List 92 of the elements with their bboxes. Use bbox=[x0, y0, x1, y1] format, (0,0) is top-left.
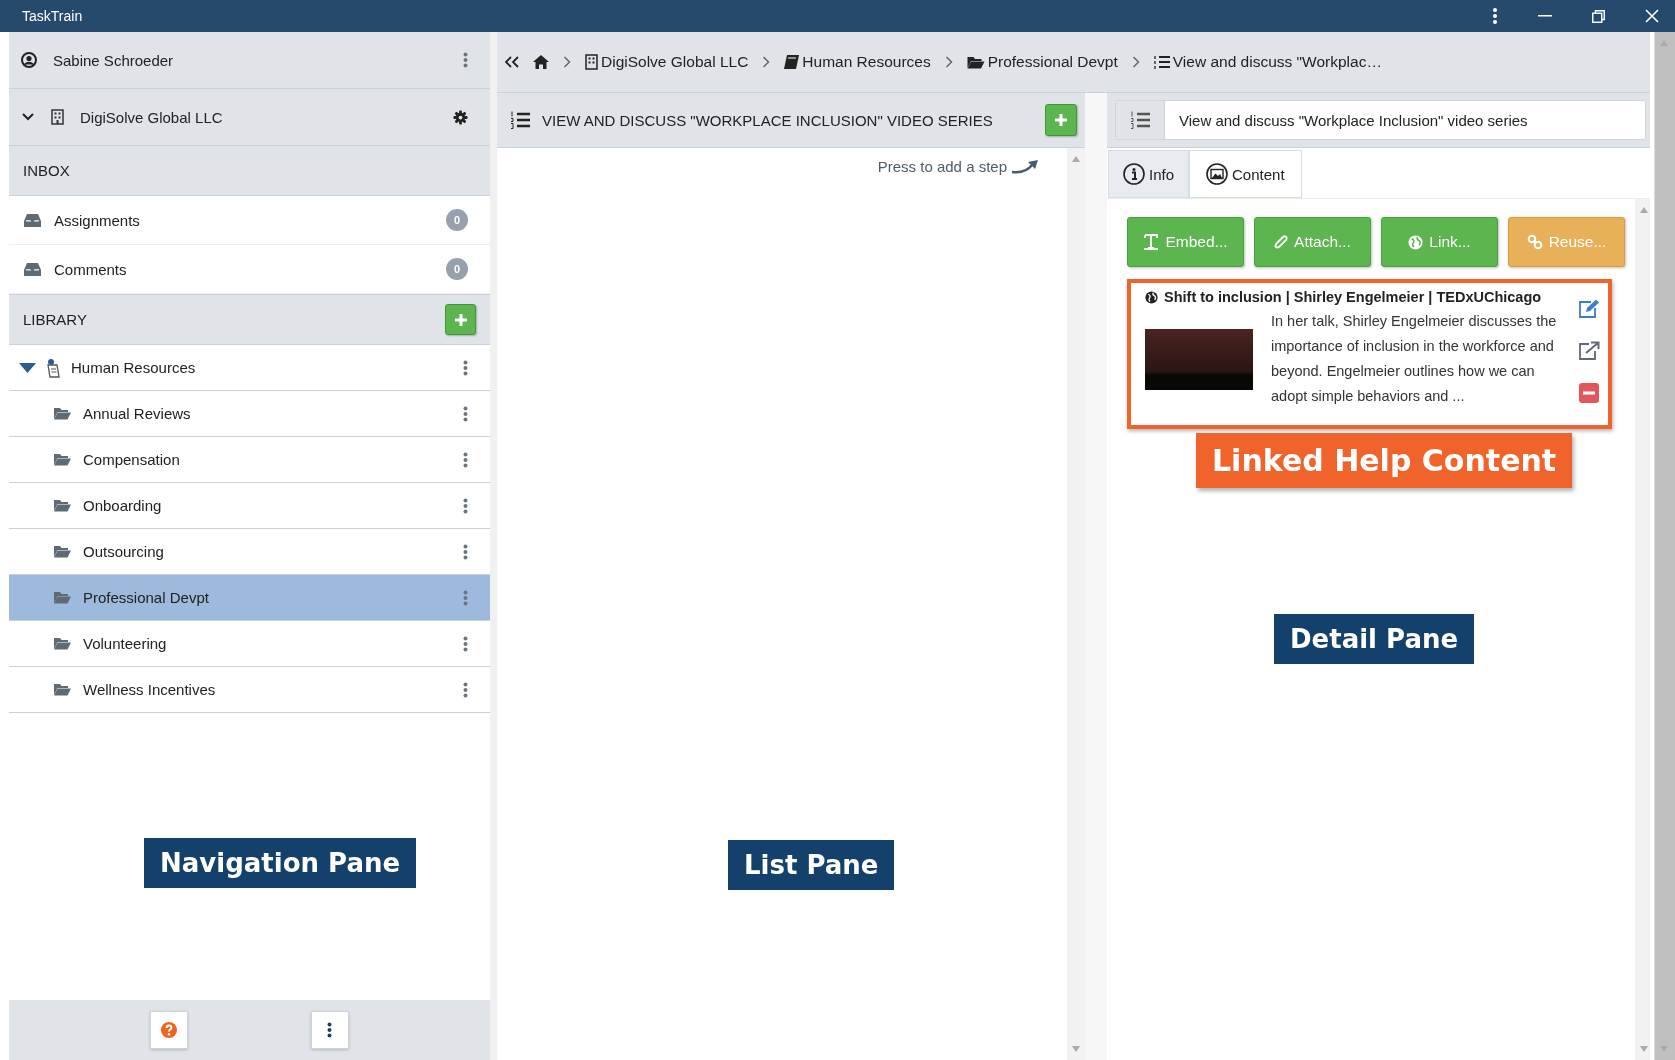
section-heading: INBOX bbox=[23, 162, 70, 179]
title-field[interactable]: View and discuss "Workplace Inclusion" video series bbox=[1115, 100, 1646, 140]
kebab-icon[interactable] bbox=[463, 497, 468, 514]
home-icon[interactable] bbox=[533, 55, 549, 69]
callout-label: Linked Help Content bbox=[1196, 433, 1573, 488]
section-heading: LIBRARY bbox=[23, 311, 87, 328]
folder-icon bbox=[54, 499, 71, 512]
chevron-right-icon bbox=[1131, 56, 1140, 68]
settings-icon[interactable] bbox=[453, 109, 468, 125]
close-icon[interactable] bbox=[1645, 9, 1659, 23]
building-icon bbox=[585, 54, 598, 70]
kebab-icon[interactable] bbox=[463, 589, 468, 606]
count-badge: 0 bbox=[446, 209, 468, 231]
help-button[interactable] bbox=[150, 1011, 189, 1049]
chevron-right-icon bbox=[944, 56, 953, 68]
plus-icon bbox=[453, 312, 468, 327]
callout-label: Detail Pane bbox=[1274, 614, 1475, 664]
folder-icon bbox=[54, 407, 71, 420]
scrollbar[interactable] bbox=[1654, 32, 1675, 1060]
list-icon bbox=[1153, 55, 1170, 69]
numbered-list-icon bbox=[510, 111, 530, 129]
globe-icon bbox=[1145, 290, 1158, 304]
chain-link-icon bbox=[1526, 234, 1543, 250]
image-icon bbox=[1206, 163, 1229, 185]
paperclip-icon bbox=[1274, 234, 1289, 250]
book-icon bbox=[46, 357, 61, 378]
remove-icon[interactable] bbox=[1579, 383, 1599, 403]
chevron-icon[interactable] bbox=[21, 112, 35, 122]
external-link-icon[interactable] bbox=[1578, 341, 1600, 361]
info-icon bbox=[1123, 163, 1145, 185]
inbox-tray-icon bbox=[23, 212, 42, 228]
user-name: Sabine Schroeder bbox=[53, 51, 175, 69]
scrollbar[interactable] bbox=[1635, 199, 1650, 1060]
breadcrumb-link[interactable]: Human Resources bbox=[784, 53, 931, 71]
video-thumbnail-placeholder[interactable] bbox=[1145, 328, 1253, 390]
hint-text: Press to add a step bbox=[877, 158, 1007, 175]
plus-icon bbox=[1054, 113, 1068, 127]
tree-item[interactable]: Wellness Incentives bbox=[9, 667, 490, 713]
add-step-button[interactable] bbox=[1045, 104, 1077, 136]
more-icon[interactable] bbox=[1492, 7, 1498, 25]
count-badge: 0 bbox=[446, 258, 468, 280]
inbox-item[interactable]: Assignments 0 bbox=[9, 196, 490, 245]
kebab-icon[interactable] bbox=[463, 681, 468, 698]
restore-icon[interactable] bbox=[1592, 9, 1605, 23]
text-cursor-icon bbox=[1143, 234, 1160, 250]
kebab-icon bbox=[327, 1022, 333, 1038]
kebab-icon[interactable] bbox=[463, 359, 468, 376]
tree-item[interactable]: Compensation bbox=[9, 437, 490, 483]
folder-icon bbox=[54, 683, 71, 696]
scrollbar[interactable] bbox=[1067, 148, 1085, 1060]
user-icon bbox=[21, 52, 37, 68]
folder-icon bbox=[54, 591, 71, 604]
tab[interactable]: Content bbox=[1189, 150, 1302, 198]
breadcrumb-link[interactable]: DigiSolve Global LLC bbox=[585, 53, 749, 71]
globe-icon bbox=[1408, 234, 1424, 250]
building-icon bbox=[51, 109, 64, 125]
folder-icon bbox=[966, 55, 985, 69]
content-description: In her talk, Shirley Engelmeier discusses the importance of inclusion in the workforce and beyond. Engelmeier outlines how we can adopt simple behaviors and ... bbox=[1271, 312, 1558, 406]
tree-item[interactable]: Volunteering bbox=[9, 621, 490, 667]
curved-arrow-icon bbox=[1011, 159, 1039, 175]
inbox-tray-icon bbox=[23, 261, 42, 277]
folder-icon bbox=[54, 453, 71, 466]
kebab-icon[interactable] bbox=[463, 52, 468, 68]
numbered-list-icon bbox=[1130, 111, 1150, 129]
tree-item[interactable]: Annual Reviews bbox=[9, 391, 490, 437]
help-icon bbox=[161, 1022, 178, 1038]
expand-triangle-icon[interactable] bbox=[19, 362, 36, 373]
kebab-icon[interactable] bbox=[463, 543, 468, 560]
minimize-icon[interactable] bbox=[1538, 15, 1552, 17]
edit-icon[interactable] bbox=[1578, 299, 1600, 319]
collapse-icon[interactable] bbox=[505, 56, 519, 68]
chevron-right-icon bbox=[762, 56, 771, 68]
folder-icon bbox=[54, 545, 71, 558]
folder-icon bbox=[54, 637, 71, 650]
book-icon bbox=[784, 55, 800, 69]
content-title[interactable]: Shift to inclusion | Shirley Engelmeier | TEDxUChicago bbox=[1164, 289, 1542, 305]
add-button[interactable] bbox=[445, 304, 476, 335]
list-title: VIEW AND DISCUSS "WORKPLACE INCLUSION" VIDEO SERIES bbox=[542, 111, 994, 129]
breadcrumb-link[interactable]: Professional Devpt bbox=[966, 53, 1118, 71]
tree-item[interactable]: Human Resources bbox=[9, 345, 490, 391]
kebab-icon[interactable] bbox=[463, 405, 468, 422]
kebab-icon[interactable] bbox=[463, 635, 468, 652]
kebab-icon[interactable] bbox=[463, 451, 468, 468]
callout-label: List Pane bbox=[728, 840, 895, 890]
callout-label: Navigation Pane bbox=[144, 838, 417, 888]
chevron-right-icon bbox=[563, 56, 571, 68]
tree-item[interactable]: Professional Devpt bbox=[9, 575, 490, 621]
breadcrumb-link[interactable]: View and discuss "Workplac… bbox=[1153, 53, 1382, 71]
more-button[interactable] bbox=[310, 1011, 349, 1049]
window-title: TaskTrain bbox=[22, 8, 83, 24]
tab[interactable]: Info bbox=[1108, 150, 1190, 198]
tree-item[interactable]: Onboarding bbox=[9, 483, 490, 529]
